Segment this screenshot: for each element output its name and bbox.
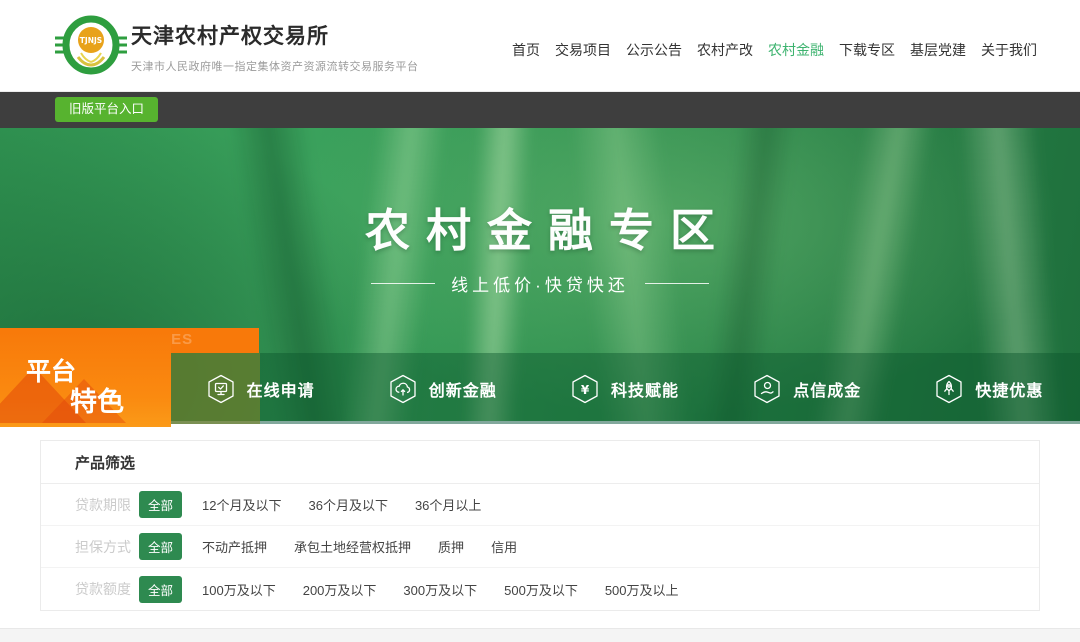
svg-text:¥: ¥ xyxy=(581,383,590,397)
all-button[interactable]: 全部 xyxy=(139,491,182,518)
cloud-finance-icon xyxy=(388,374,418,404)
nav-item-announcements[interactable]: 公示公告 xyxy=(626,40,682,60)
hand-coin-icon xyxy=(752,374,782,404)
filter-option[interactable]: 36个月以上 xyxy=(415,495,481,514)
secondary-topbar: 旧版平台入口 xyxy=(0,92,1080,128)
nav-item-rural-reform[interactable]: 农村产改 xyxy=(697,40,753,60)
filter-option[interactable]: 500万及以下 xyxy=(504,580,578,599)
tab-innovative-finance[interactable]: 创新金融 xyxy=(351,353,533,424)
product-filter-card: 产品筛选 贷款期限 全部 12个月及以下 36个月及以下 36个月以上 担保方式… xyxy=(40,440,1040,611)
tagline-left-rule xyxy=(371,283,435,284)
tab-label: 快捷优惠 xyxy=(975,377,1043,401)
filter-option[interactable]: 500万及以上 xyxy=(605,580,679,599)
filter-option[interactable]: 100万及以下 xyxy=(202,580,276,599)
tab-online-application[interactable]: 在线申请 xyxy=(169,353,351,424)
filter-option[interactable]: 信用 xyxy=(491,537,517,556)
main-nav: 首页 交易项目 公示公告 农村产改 农村金融 下载专区 基层党建 关于我们 xyxy=(512,40,1037,60)
nav-item-home[interactable]: 首页 xyxy=(512,40,540,60)
all-button[interactable]: 全部 xyxy=(139,576,182,603)
filter-option[interactable]: 12个月及以下 xyxy=(202,495,281,514)
platform-features-ribbon: 平台 特色 xyxy=(0,328,171,427)
filter-option[interactable]: 质押 xyxy=(438,537,464,556)
filter-row-label: 贷款期限 xyxy=(75,495,133,515)
filter-option[interactable]: 不动产抵押 xyxy=(202,537,267,556)
nav-item-party-building[interactable]: 基层党建 xyxy=(910,40,966,60)
nav-item-rural-finance[interactable]: 农村金融 xyxy=(768,40,824,60)
nav-item-about[interactable]: 关于我们 xyxy=(981,40,1037,60)
rocket-icon xyxy=(934,374,964,404)
filter-option[interactable]: 300万及以下 xyxy=(403,580,477,599)
monitor-check-icon xyxy=(206,374,236,404)
tagline-right-rule xyxy=(645,283,709,284)
site-subtitle: 天津市人民政府唯一指定集体资产资源流转交易服务平台 xyxy=(131,58,419,74)
filter-row-guarantee-type: 担保方式 全部 不动产抵押 承包土地经营权抵押 质押 信用 xyxy=(41,526,1039,568)
tab-label: 科技赋能 xyxy=(611,377,679,401)
all-button[interactable]: 全部 xyxy=(139,533,182,560)
tab-label: 创新金融 xyxy=(429,377,497,401)
hero-tagline: 线上低价·快贷快还 xyxy=(0,271,1080,296)
filter-row-loan-amount: 贷款额度 全部 100万及以下 200万及以下 300万及以下 500万及以下 … xyxy=(41,568,1039,610)
ribbon-cn-line2: 特色 xyxy=(70,380,124,419)
old-platform-entry-button[interactable]: 旧版平台入口 xyxy=(55,97,158,122)
hero-title: 农村金融专区 xyxy=(0,194,1080,259)
filter-title: 产品筛选 xyxy=(41,441,1039,484)
filter-row-loan-term: 贷款期限 全部 12个月及以下 36个月及以下 36个月以上 xyxy=(41,484,1039,526)
site-header: TJNJS 天津农村产权交易所 天津市人民政府唯一指定集体资产资源流转交易服务平… xyxy=(0,0,1080,92)
ribbon-cn-line1: 平台 xyxy=(26,352,76,388)
tab-credit-to-gold[interactable]: 点信成金 xyxy=(716,353,898,424)
tab-label: 点信成金 xyxy=(793,377,861,401)
brand-block: 天津农村产权交易所 天津市人民政府唯一指定集体资产资源流转交易服务平台 xyxy=(131,20,419,74)
footer-strip xyxy=(0,628,1080,642)
tab-quick-discounts[interactable]: 快捷优惠 xyxy=(898,353,1080,424)
filter-row-label: 担保方式 xyxy=(75,537,133,557)
feature-tabbar: 在线申请 创新金融 ¥ 科技赋能 点信成金 快捷优惠 xyxy=(169,353,1080,424)
nav-item-downloads[interactable]: 下载专区 xyxy=(839,40,895,60)
site-logo[interactable]: TJNJS xyxy=(54,13,128,79)
filter-row-label: 贷款额度 xyxy=(75,579,133,599)
tab-tech-empowerment[interactable]: ¥ 科技赋能 xyxy=(533,353,715,424)
site-title: 天津农村产权交易所 xyxy=(131,20,419,50)
filter-option[interactable]: 200万及以下 xyxy=(303,580,377,599)
yen-icon: ¥ xyxy=(570,374,600,404)
tagline-text: 线上低价·快贷快还 xyxy=(451,271,629,296)
tab-label: 在线申请 xyxy=(247,377,315,401)
filter-option[interactable]: 36个月及以下 xyxy=(308,495,387,514)
filter-option[interactable]: 承包土地经营权抵押 xyxy=(294,537,411,556)
logo-text: TJNJS xyxy=(80,36,102,45)
nav-item-projects[interactable]: 交易项目 xyxy=(555,40,611,60)
